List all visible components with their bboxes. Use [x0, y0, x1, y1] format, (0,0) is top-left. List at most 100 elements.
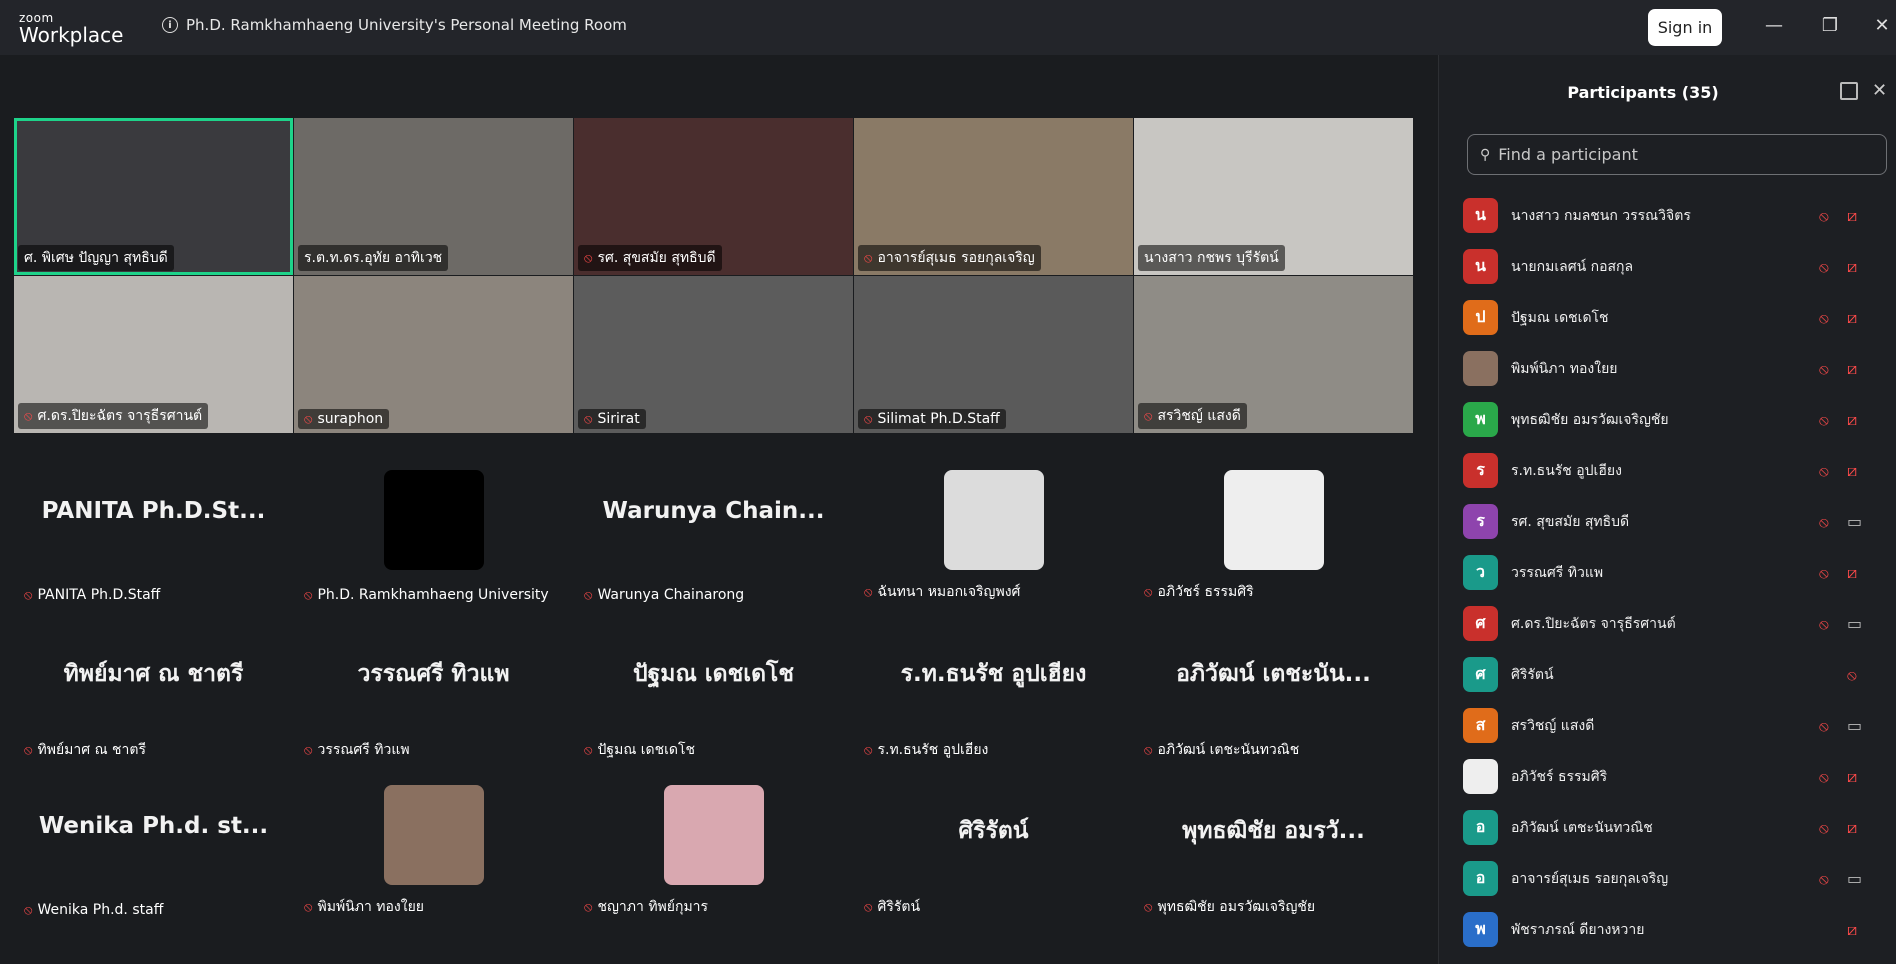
video-tile[interactable]: ⦸ อาจารย์สุเมธ รอยกุลเจริญ — [854, 118, 1133, 275]
participant-name-tag: ⦸ ชญาภา ทิพย์กุมาร — [578, 894, 714, 920]
participant-tile[interactable]: ⦸ อภิวัชร์ ธรรมศิริ — [1134, 452, 1413, 609]
participant-row[interactable]: น นางสาว กมลชนก วรรณวิจิตร ⦸ ⧄ — [1439, 190, 1896, 241]
participant-row[interactable]: อ อาจารย์สุเมธ รอยกุลเจริญ ⦸ ▭ — [1439, 853, 1896, 904]
participant-row[interactable]: อภิวัชร์ ธรรมศิริ ⦸ ⧄ — [1439, 751, 1896, 802]
participant-row[interactable]: พ พัชราภรณ์ ดียางหวาย ⧄ — [1439, 904, 1896, 955]
camera-icon: ▭ — [1847, 614, 1863, 633]
video-tile[interactable]: ⦸ suraphon — [294, 276, 573, 433]
participant-name-tag: ร.ต.ท.ดร.อุทัย อาทิเวช — [298, 245, 449, 271]
participant-tile[interactable]: ⦸ พิมพ์นิภา ทองใยย — [294, 767, 573, 924]
avatar — [664, 785, 764, 885]
close-icon[interactable]: ✕ — [1870, 14, 1894, 38]
participant-row[interactable]: น นายกมเลศน์ กอสกุล ⦸ ⧄ — [1439, 241, 1896, 292]
mic-muted-icon: ⦸ — [1144, 584, 1153, 600]
mic-muted-icon: ⦸ — [1144, 408, 1153, 424]
display-name-large: ร.ท.ธนรัช อูปเฮียง — [900, 661, 1087, 687]
video-tile[interactable]: นางสาว กชพร บุรีรัตน์ — [1134, 118, 1413, 275]
video-tile[interactable]: ⦸ ศ.ดร.ปิยะฉัตร จารุธีรศานต์ — [14, 276, 293, 433]
participant-name-tag: ⦸ suraphon — [298, 409, 390, 429]
participant-name: ร.ต.ท.ดร.อุทัย อาทิเวช — [304, 250, 443, 266]
participant-row[interactable]: ส สรวิชญ์ แสงดี ⦸ ▭ — [1439, 700, 1896, 751]
participant-row[interactable]: ศ ศิริรัตน์ ⦸ — [1439, 649, 1896, 700]
mic-muted-icon: ⦸ — [584, 899, 593, 915]
participant-tile[interactable]: อภิวัฒน์ เตชะนัน... ⦸ อภิวัฒน์ เตชะนันทวณิ… — [1134, 610, 1413, 767]
participant-row[interactable]: พ พุทธฒิชัย อมรวัฒเจริญชัย ⦸ ⧄ — [1439, 394, 1896, 445]
participant-avatar: ว — [1463, 555, 1498, 590]
video-tile[interactable]: ⦸ Silimat Ph.D.Staff — [854, 276, 1133, 433]
participant-name: สรวิชญ์ แสงดี — [1157, 408, 1241, 424]
participant-name: นางสาว กมลชนก วรรณวิจิตร — [1511, 207, 1691, 224]
participant-name: รศ. สุขสมัย สุทธิบดี — [597, 250, 716, 266]
mic-muted-icon: ⦸ — [1819, 461, 1829, 480]
mic-muted-icon: ⦸ — [1819, 614, 1829, 633]
restore-icon[interactable]: ❐ — [1818, 14, 1842, 38]
participant-name: อภิวัฒน์ เตชะนันทวณิช — [1511, 819, 1653, 836]
camera-off-icon: ⧄ — [1847, 766, 1858, 786]
camera-off-icon: ⧄ — [1847, 919, 1858, 939]
participant-tile[interactable]: ร.ท.ธนรัช อูปเฮียง ⦸ ร.ท.ธนรัช อูปเฮียง — [854, 610, 1133, 767]
participant-name: ศ. พิเศษ ปัญญา สุทธิบดี — [24, 250, 168, 266]
participant-tile[interactable]: ศิริรัตน์ ⦸ ศิริรัตน์ — [854, 767, 1133, 924]
participant-avatar: ร — [1463, 453, 1498, 488]
participant-name: ศิริรัตน์ — [877, 899, 921, 915]
participant-tile[interactable]: PANITA Ph.D.St... ⦸ PANITA Ph.D.Staff — [14, 452, 293, 609]
participant-name-tag: ศ. พิเศษ ปัญญา สุทธิบดี — [18, 245, 174, 271]
participant-name: พิมพ์นิภา ทองใยย — [317, 899, 424, 915]
sign-in-button[interactable]: Sign in — [1648, 9, 1722, 46]
participant-tile[interactable]: วรรณศรี ทิวแพ ⦸ วรรณศรี ทิวแพ — [294, 610, 573, 767]
participant-row[interactable]: ป ปัฐมณ เดชเดโช ⦸ ⧄ — [1439, 292, 1896, 343]
mic-muted-icon: ⦸ — [864, 411, 873, 427]
video-tile[interactable]: ⦸ รศ. สุขสมัย สุทธิบดี — [574, 118, 853, 275]
participant-row[interactable]: ร รศ. สุขสมัย สุทธิบดี ⦸ ▭ — [1439, 496, 1896, 547]
participant-tile[interactable]: Warunya Chain... ⦸ Warunya Chainarong — [574, 452, 853, 609]
participant-tile[interactable]: ⦸ Ph.D. Ramkhamhaeng University — [294, 452, 573, 609]
display-name-large: ทิพย์มาศ ณ ชาตรี — [63, 661, 244, 687]
mic-muted-icon: ⦸ — [864, 584, 873, 600]
participant-row[interactable]: ร ร.ท.ธนรัช อูปเฮียง ⦸ ⧄ — [1439, 445, 1896, 496]
participant-tile[interactable]: พุทธฒิชัย อมรวั... ⦸ พุทธฒิชัย อมรวัฒเจริญ… — [1134, 767, 1413, 924]
participant-tile[interactable]: ปัฐมณ เดชเดโช ⦸ ปัฐมณ เดชเดโช — [574, 610, 853, 767]
participant-name: suraphon — [317, 411, 384, 427]
participant-row[interactable]: พิมพ์นิภา ทองใยย ⦸ ⧄ — [1439, 343, 1896, 394]
participant-tile[interactable]: ⦸ ฉันทนา หมอกเจริญพงศ์ — [854, 452, 1133, 609]
video-tile[interactable]: ร.ต.ท.ดร.อุทัย อาทิเวช — [294, 118, 573, 275]
mic-muted-icon: ⦸ — [1819, 308, 1829, 327]
search-input[interactable] — [1498, 145, 1859, 164]
camera-icon: ▭ — [1847, 716, 1863, 735]
display-name-large: Warunya Chain... — [602, 498, 825, 524]
mic-muted-icon: ⦸ — [1819, 818, 1829, 837]
participant-row[interactable]: ว วรรณศรี ทิวแพ ⦸ ⧄ — [1439, 547, 1896, 598]
participant-search[interactable]: ⚲ — [1467, 134, 1887, 175]
participant-row[interactable]: ศ ศ.ดร.ปิยะฉัตร จารุธีรศานต์ ⦸ ▭ — [1439, 598, 1896, 649]
video-tile[interactable]: ⦸ สรวิชญ์ แสงดี — [1134, 276, 1413, 433]
mic-muted-icon: ⦸ — [1819, 206, 1829, 225]
title-bar: zoom Workplace i Ph.D. Ramkhamhaeng Univ… — [0, 0, 1896, 55]
participant-name-tag: ⦸ Warunya Chainarong — [578, 585, 750, 605]
participant-tile[interactable]: ทิพย์มาศ ณ ชาตรี ⦸ ทิพย์มาศ ณ ชาตรี — [14, 610, 293, 767]
zoom-logo: zoom Workplace — [19, 11, 124, 47]
participant-name: ชญาภา ทิพย์กุมาร — [597, 899, 709, 915]
camera-off-icon: ⧄ — [1847, 358, 1858, 378]
mic-muted-icon: ⦸ — [24, 408, 33, 424]
mic-muted-icon: ⦸ — [304, 899, 313, 915]
info-icon[interactable]: i — [162, 17, 178, 33]
participant-tile[interactable]: ⦸ ชญาภา ทิพย์กุมาร — [574, 767, 853, 924]
camera-off-icon: ⧄ — [1847, 817, 1858, 837]
participant-tile[interactable]: Wenika Ph.d. st... ⦸ Wenika Ph.d. staff — [14, 767, 293, 924]
participant-name: Ph.D. Ramkhamhaeng University — [317, 587, 549, 603]
minimize-icon[interactable]: — — [1762, 14, 1786, 38]
participant-avatar: ศ — [1463, 657, 1498, 692]
video-tile[interactable]: ศ. พิเศษ ปัญญา สุทธิบดี — [14, 118, 293, 275]
participant-name-tag: ⦸ Ph.D. Ramkhamhaeng University — [298, 585, 555, 605]
mic-muted-icon: ⦸ — [304, 742, 313, 758]
meeting-title-text: Ph.D. Ramkhamhaeng University's Personal… — [186, 16, 627, 34]
panel-close-icon[interactable]: ✕ — [1872, 80, 1887, 101]
meeting-title[interactable]: i Ph.D. Ramkhamhaeng University's Person… — [162, 16, 627, 34]
participant-avatar: อ — [1463, 861, 1498, 896]
mic-muted-icon: ⦸ — [1819, 869, 1829, 888]
popout-icon[interactable] — [1840, 82, 1858, 100]
participant-row[interactable]: อ อภิวัฒน์ เตชะนันทวณิช ⦸ ⧄ — [1439, 802, 1896, 853]
video-tile[interactable]: ⦸ Sirirat — [574, 276, 853, 433]
camera-off-icon: ⧄ — [1847, 205, 1858, 225]
avatar — [384, 470, 484, 570]
